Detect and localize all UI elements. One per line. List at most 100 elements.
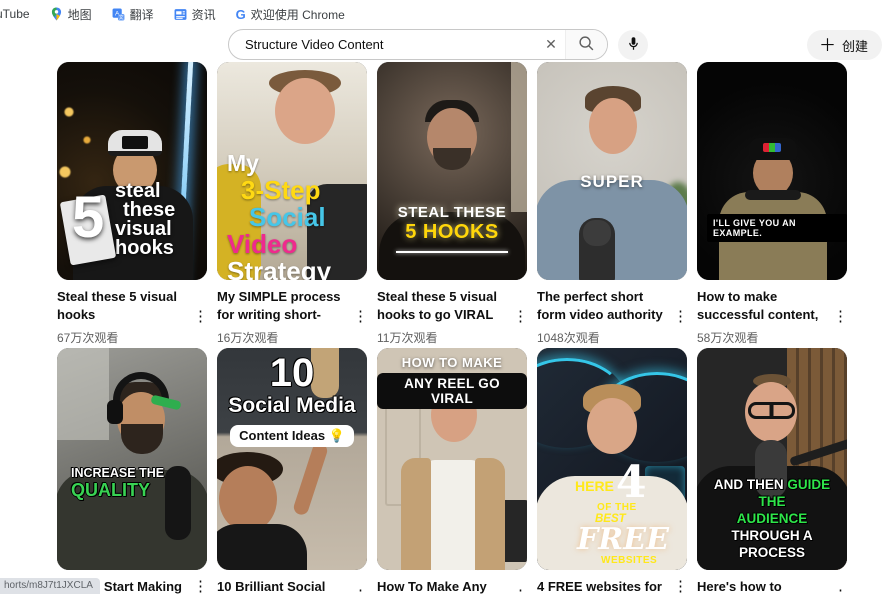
video-card: I'LL GIVE YOU AN EXAMPLE. How to make su… xyxy=(697,62,848,346)
thumbnail-text: AND THEN GUIDE THE AUDIENCE THROUGH A PR… xyxy=(713,477,831,560)
thumbnail-scene: HOW TO MAKE ANY REEL GO VIRAL xyxy=(377,348,527,570)
video-title[interactable]: How to make successful content, Part 1 xyxy=(697,288,833,324)
video-thumbnail[interactable]: HERE 4 OF THE BEST FREE WEBSITES xyxy=(537,348,687,570)
video-title[interactable]: Steal these 5 visual hooks to go VIRAL 😈 xyxy=(377,288,513,324)
video-card: AND THEN GUIDE THE AUDIENCE THROUGH A PR… xyxy=(697,348,848,594)
thumbnail-text: INCREASE THE QUALITY xyxy=(71,466,165,500)
thumbnail-text: HERE 4 OF THE BEST FREE WEBSITES xyxy=(575,457,669,567)
video-card: INCREASE THE QUALITY How to Start Making… xyxy=(57,348,208,594)
bookmark-label: 欢迎使用 Chrome xyxy=(250,7,345,22)
bookmark-news[interactable]: 资讯 xyxy=(174,6,216,23)
person xyxy=(275,78,335,144)
clear-search-button[interactable]: ✕ xyxy=(537,30,565,59)
bookmark-translate[interactable]: A文 翻译 xyxy=(112,6,154,23)
video-views: 1048次观看 xyxy=(537,331,600,345)
video-grid-row-1: 5 steal these visual hooks Steal these 5… xyxy=(57,62,848,346)
search-button[interactable] xyxy=(565,30,607,59)
video-title[interactable]: 10 Brilliant Social Media xyxy=(217,578,353,594)
video-title[interactable]: How To Make Any Reel Go xyxy=(377,578,513,594)
thumbnail-scene: INCREASE THE QUALITY xyxy=(57,348,207,570)
create-button-label: 创建 xyxy=(841,38,868,54)
search-input[interactable] xyxy=(229,37,537,52)
video-card: STEAL THESE 5 HOOKS Steal these 5 visual… xyxy=(377,62,528,346)
video-title[interactable]: Here's how to structure your xyxy=(697,578,833,594)
thumbnail-text: My 3-Step Social Video Strategy xyxy=(227,150,332,280)
pointing-hand xyxy=(291,441,330,517)
video-card: SUPER The perfect short form video autho… xyxy=(537,62,688,346)
bookmark-maps[interactable]: 地图 xyxy=(50,6,92,23)
video-card: HOW TO MAKE ANY REEL GO VIRAL How To Mak… xyxy=(377,348,528,594)
video-grid-row-2: INCREASE THE QUALITY How to Start Making… xyxy=(57,348,848,594)
video-thumbnail[interactable]: 5 steal these visual hooks xyxy=(57,62,207,280)
video-card: HERE 4 OF THE BEST FREE WEBSITES 4 FREE … xyxy=(537,348,688,594)
glasses xyxy=(748,402,795,419)
thumbnail-text: HOW TO MAKE ANY REEL GO VIRAL xyxy=(377,355,527,409)
status-bar-url: horts/m8J7t1JXCLA xyxy=(0,578,100,594)
video-thumbnail[interactable]: SUPER xyxy=(537,62,687,280)
video-menu-button[interactable]: ⋮ xyxy=(833,288,848,346)
video-menu-button[interactable]: ⋮ xyxy=(673,578,688,594)
video-card: 5 steal these visual hooks Steal these 5… xyxy=(57,62,208,346)
person xyxy=(219,466,277,532)
thumbnail-scene: 5 steal these visual hooks xyxy=(57,62,207,280)
plus-icon: ＋ xyxy=(818,35,836,55)
video-thumbnail[interactable]: 10 Social Media Content Ideas 💡 xyxy=(217,348,367,570)
video-thumbnail[interactable]: INCREASE THE QUALITY xyxy=(57,348,207,570)
video-views: 11万次观看 xyxy=(377,331,438,345)
video-title[interactable]: The perfect short form video authority s… xyxy=(537,288,673,324)
video-menu-button[interactable]: ⋮ xyxy=(833,578,848,594)
bookmark-youtube[interactable]: uTube xyxy=(0,7,30,21)
person xyxy=(589,98,637,154)
thumbnail-text: 10 Social Media Content Ideas 💡 xyxy=(217,352,367,447)
translate-icon: A文 xyxy=(112,8,125,21)
video-menu-button[interactable]: ⋮ xyxy=(513,288,528,346)
microphone-prop xyxy=(165,466,191,540)
search-header: ✕ ＋ 创建 xyxy=(0,28,891,64)
thumbnail-caption: I'LL GIVE YOU AN EXAMPLE. xyxy=(707,214,847,242)
video-menu-button[interactable]: ⋮ xyxy=(193,578,208,594)
video-menu-button[interactable]: ⋮ xyxy=(353,578,368,594)
voice-search-button[interactable] xyxy=(618,30,648,60)
video-title[interactable]: Steal these 5 visual hooks #contentstrat… xyxy=(57,288,193,324)
thumbnail-scene: AND THEN GUIDE THE AUDIENCE THROUGH A PR… xyxy=(697,348,847,570)
bookmark-label: 地图 xyxy=(67,7,92,22)
thumbnail-scene: My 3-Step Social Video Strategy xyxy=(217,62,367,280)
video-thumbnail[interactable]: STEAL THESE 5 HOOKS xyxy=(377,62,527,280)
bookmark-label: 资讯 xyxy=(191,7,216,22)
thumbnail-scene: 10 Social Media Content Ideas 💡 xyxy=(217,348,367,570)
video-views: 16万次观看 xyxy=(217,331,279,345)
video-menu-button[interactable]: ⋮ xyxy=(673,288,688,346)
maps-pin-icon xyxy=(50,7,63,21)
video-thumbnail[interactable]: I'LL GIVE YOU AN EXAMPLE. xyxy=(697,62,847,280)
bookmark-label: uTube xyxy=(0,7,30,21)
video-thumbnail[interactable]: AND THEN GUIDE THE AUDIENCE THROUGH A PR… xyxy=(697,348,847,570)
create-button[interactable]: ＋ 创建 xyxy=(806,30,882,60)
video-thumbnail[interactable]: HOW TO MAKE ANY REEL GO VIRAL xyxy=(377,348,527,570)
thumbnail-text: SUPER xyxy=(580,172,644,191)
video-title[interactable]: 4 FREE websites for xyxy=(537,578,673,594)
news-icon xyxy=(174,8,187,21)
thumbnail-scene: STEAL THESE 5 HOOKS xyxy=(377,62,527,280)
thumbnail-text: STEAL THESE 5 HOOKS xyxy=(377,204,527,253)
thumbnail-scene: SUPER xyxy=(537,62,687,280)
bookmarks-bar: uTube 地图 A文 翻译 资讯 G 欢迎使用 Chrome xyxy=(0,0,891,28)
video-card: 10 Social Media Content Ideas 💡 10 Brill… xyxy=(217,348,368,594)
video-menu-button[interactable]: ⋮ xyxy=(353,288,368,346)
video-menu-button[interactable]: ⋮ xyxy=(193,288,208,346)
thumbnail-scene: HERE 4 OF THE BEST FREE WEBSITES xyxy=(537,348,687,570)
microphone-icon xyxy=(626,36,641,54)
video-views: 67万次观看 xyxy=(57,331,119,345)
person xyxy=(587,398,637,454)
bookmark-label: 翻译 xyxy=(129,7,154,22)
video-card: My 3-Step Social Video Strategy My SIMPL… xyxy=(217,62,368,346)
video-menu-button[interactable]: ⋮ xyxy=(513,578,528,594)
video-title[interactable]: My SIMPLE process for writing short-form… xyxy=(217,288,353,324)
search-bar: ✕ xyxy=(228,29,608,60)
tan-vest xyxy=(401,458,431,570)
search-icon xyxy=(578,35,595,55)
video-views: 58万次观看 xyxy=(697,331,759,345)
video-thumbnail[interactable]: My 3-Step Social Video Strategy xyxy=(217,62,367,280)
google-g-icon: G xyxy=(235,6,246,22)
thumbnail-scene: I'LL GIVE YOU AN EXAMPLE. xyxy=(697,62,847,280)
bookmark-chrome-welcome[interactable]: G 欢迎使用 Chrome xyxy=(236,6,345,23)
